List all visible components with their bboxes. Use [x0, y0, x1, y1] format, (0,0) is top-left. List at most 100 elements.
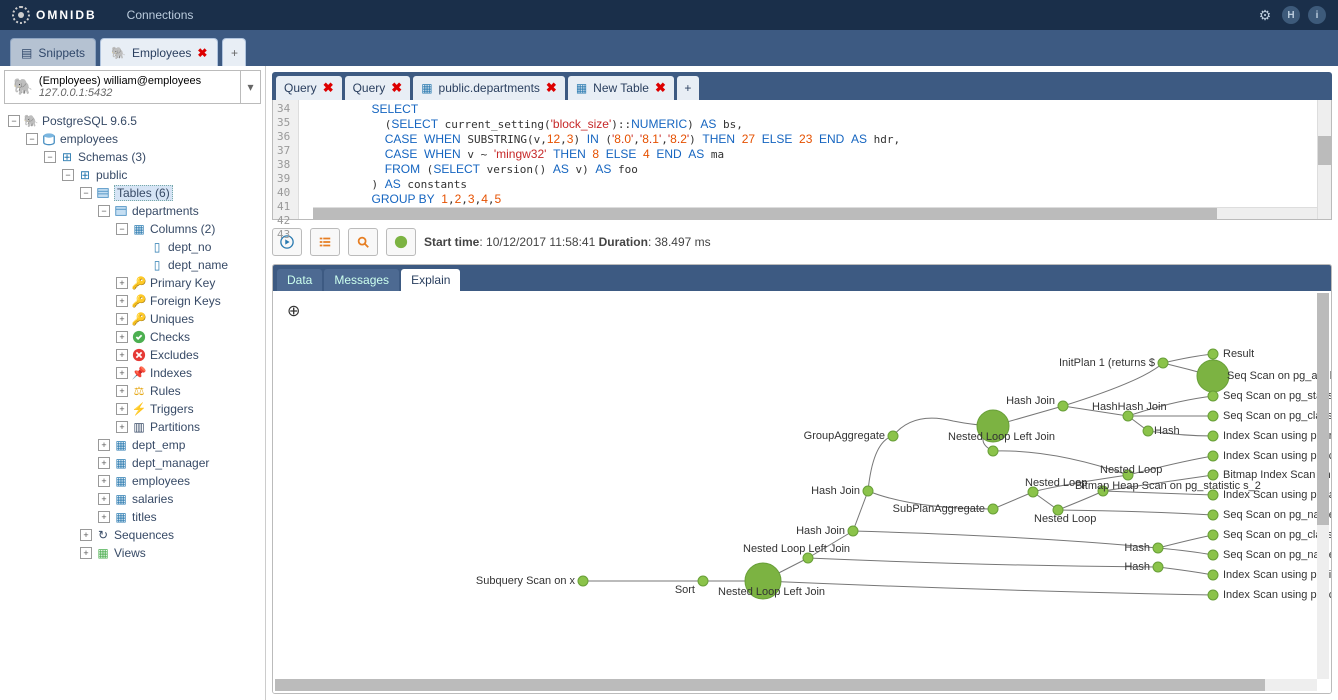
plan-node-res[interactable]: Result — [1208, 348, 1254, 360]
connection-selector[interactable]: 🐘 (Employees) william@employees 127.0.0.… — [4, 70, 261, 104]
svg-text:Seq Scan on pg_namespace nn: Seq Scan on pg_namespace nn — [1223, 549, 1331, 561]
result-tab-data[interactable]: Data — [277, 269, 322, 291]
plan-node-ll4[interactable]: Index Scan using pg_namespace_oid_index … — [1208, 430, 1331, 442]
tab-query-1[interactable]: Query✖ — [276, 76, 342, 100]
tree-node-excludes[interactable]: +Excludes — [116, 346, 265, 364]
plan-node-ip[interactable]: InitPlan 1 (returns $ — [1059, 357, 1168, 369]
tab-snippets[interactable]: ▤ Snippets — [10, 38, 96, 66]
sql-editor[interactable]: 34353637383940414243 SELECT (SELECT curr… — [272, 100, 1332, 220]
gear-icon[interactable]: ⚙ — [1256, 6, 1274, 24]
tree-node-columns[interactable]: −▦Columns (2) — [116, 220, 265, 238]
result-tab-messages[interactable]: Messages — [324, 269, 399, 291]
tree-node-partitions[interactable]: +▥Partitions — [116, 418, 265, 436]
tree-node-dept-emp[interactable]: +▦dept_emp — [98, 436, 265, 454]
db-tree: −🐘PostgreSQL 9.6.5 −employees −⊞Schemas … — [0, 108, 265, 566]
tree-node-departments[interactable]: −departments — [98, 202, 265, 220]
line-gutter: 34353637383940414243 — [273, 100, 299, 219]
tree-node-dept-manager[interactable]: +▦dept_manager — [98, 454, 265, 472]
close-icon[interactable]: ✖ — [655, 80, 666, 96]
plan-hscroll[interactable] — [275, 679, 1317, 691]
tree-node-col2[interactable]: ▯dept_name — [134, 256, 265, 274]
plan-node-ll1[interactable]: Seq Scan on pg_attribute a — [1197, 360, 1331, 392]
plan-node-ga[interactable]: GroupAggregate — [804, 430, 898, 442]
tab-departments[interactable]: ▦public.departments✖ — [413, 76, 565, 100]
tab-query-2[interactable]: Query✖ — [345, 76, 411, 100]
tree-node-views[interactable]: +▦Views — [80, 544, 265, 562]
plan-node-ll7[interactable]: Index Scan using pg_attribute_relid_attn… — [1208, 489, 1331, 501]
info-icon[interactable]: i — [1308, 6, 1326, 24]
svg-text:Nested Loop Left Join: Nested Loop Left Join — [743, 543, 850, 555]
tree-node-tables[interactable]: −Tables (6) — [80, 184, 265, 202]
tree-node-fk[interactable]: +🔑Foreign Keys — [116, 292, 265, 310]
db-icon: 🐘 — [111, 46, 126, 60]
plan-node-ll2[interactable]: Seq Scan on pg_statistic s_1 — [1208, 390, 1331, 402]
table-icon: ▦ — [576, 81, 587, 95]
tab-employees[interactable]: 🐘 Employees ✖ — [100, 38, 218, 66]
tree-node-col1[interactable]: ▯dept_no — [134, 238, 265, 256]
close-icon[interactable]: ✖ — [391, 80, 402, 96]
plan-node-nl2[interactable]: Nested Loop — [1034, 505, 1096, 525]
tree-node-salaries[interactable]: +▦salaries — [98, 490, 265, 508]
plan-node-ll8[interactable]: Seq Scan on pg_namespace n_1 — [1208, 509, 1331, 521]
connections-link[interactable]: Connections — [127, 8, 194, 22]
logo-icon — [12, 6, 30, 24]
plan-node-ll9[interactable]: Seq Scan on pg_class cc — [1208, 529, 1331, 541]
tree-node-server[interactable]: −🐘PostgreSQL 9.6.5 — [8, 112, 265, 130]
tree-node-triggers[interactable]: +⚡Triggers — [116, 400, 265, 418]
svg-text:InitPlan 1 (returns $: InitPlan 1 (returns $ — [1059, 357, 1155, 369]
tree-node-schemas[interactable]: −⊞Schemas (3) — [44, 148, 265, 166]
tree-node-public[interactable]: −⊞public — [62, 166, 265, 184]
plan-node-ll12[interactable]: Index Scan using pg_class_oid_index on p… — [1208, 589, 1331, 601]
tree-node-checks[interactable]: +Checks — [116, 328, 265, 346]
plan-node-hash3[interactable]: Hash — [1124, 561, 1163, 573]
elephant-icon: 🐘 — [13, 77, 33, 97]
svg-text:Index Scan using pg_namespace_: Index Scan using pg_namespace_oid_index … — [1223, 430, 1331, 442]
close-icon[interactable]: ✖ — [197, 46, 207, 60]
editor-hscroll[interactable] — [313, 207, 1317, 219]
result-tab-explain[interactable]: Explain — [401, 269, 460, 291]
tree-node-rules[interactable]: +⚖Rules — [116, 382, 265, 400]
search-button[interactable] — [348, 228, 378, 256]
add-inner-tab[interactable]: + — [677, 76, 699, 100]
plan-node-ll10[interactable]: Seq Scan on pg_namespace nn — [1208, 549, 1331, 561]
tree-node-pk[interactable]: +🔑Primary Key — [116, 274, 265, 292]
user-icon[interactable]: H — [1282, 6, 1300, 24]
connection-title: (Employees) william@employees — [39, 75, 252, 87]
plan-node-ll11[interactable]: Index Scan using pg_index_indrelid_index… — [1208, 569, 1331, 581]
close-icon[interactable]: ✖ — [323, 80, 334, 96]
tree-node-indexes[interactable]: +📌Indexes — [116, 364, 265, 382]
plan-node-sort[interactable]: Sort — [675, 576, 708, 596]
svg-text:Subquery Scan on x: Subquery Scan on x — [476, 575, 576, 587]
plan-vscroll[interactable] — [1317, 293, 1329, 679]
tree-node-db[interactable]: −employees — [26, 130, 265, 148]
close-icon[interactable]: ✖ — [546, 80, 557, 96]
plan-node-hj3[interactable]: Hash Join — [1006, 395, 1068, 411]
plan-node-sa[interactable]: SubPlanAggregate — [893, 503, 998, 515]
svg-text:Seq Scan on pg_attribute a: Seq Scan on pg_attribute a — [1227, 370, 1331, 382]
connection-host: 127.0.0.1:5432 — [39, 87, 252, 99]
add-tab-button[interactable]: + — [222, 38, 246, 66]
plan-node-hj1[interactable]: Hash Join — [796, 525, 858, 537]
plan-node-nllj1[interactable]: Nested Loop Left Join — [743, 543, 850, 563]
plan-node-hash2[interactable]: Hash — [1124, 542, 1163, 554]
plan-node-nllj3[interactable]: Nested Loop Left Join — [948, 410, 1055, 443]
plan-node-hj4[interactable]: HashHash Join — [1092, 401, 1167, 421]
plan-node-hash1[interactable] — [988, 446, 998, 456]
plan-node-hash4[interactable]: Hash — [1143, 425, 1180, 437]
tree-node-sequences[interactable]: +↻Sequences — [80, 526, 265, 544]
tree-node-employees[interactable]: +▦employees — [98, 472, 265, 490]
code-area[interactable]: SELECT (SELECT current_setting('block_si… — [299, 100, 1331, 219]
svg-text:SubPlanAggregate: SubPlanAggregate — [893, 503, 985, 515]
plan-node-ll3[interactable]: Seq Scan on pg_class c — [1208, 410, 1331, 422]
tab-new-table[interactable]: ▦New Table✖ — [568, 76, 674, 100]
explain-button[interactable] — [386, 228, 416, 256]
editor-vscroll[interactable] — [1317, 100, 1331, 219]
explain-plan-canvas[interactable]: ⊕ Subquery Scan on xSortNested Loop Left… — [273, 291, 1331, 693]
plan-node-subq[interactable]: Subquery Scan on x — [476, 575, 588, 587]
format-button[interactable] — [310, 228, 340, 256]
tree-node-uniques[interactable]: +🔑Uniques — [116, 310, 265, 328]
plan-node-ll5[interactable]: Index Scan using pg_class_relname_nsp_in… — [1208, 450, 1331, 462]
tree-node-titles[interactable]: +▦titles — [98, 508, 265, 526]
plan-node-hj2[interactable]: Hash Join — [811, 485, 873, 497]
chevron-down-icon[interactable]: ▾ — [240, 71, 260, 103]
